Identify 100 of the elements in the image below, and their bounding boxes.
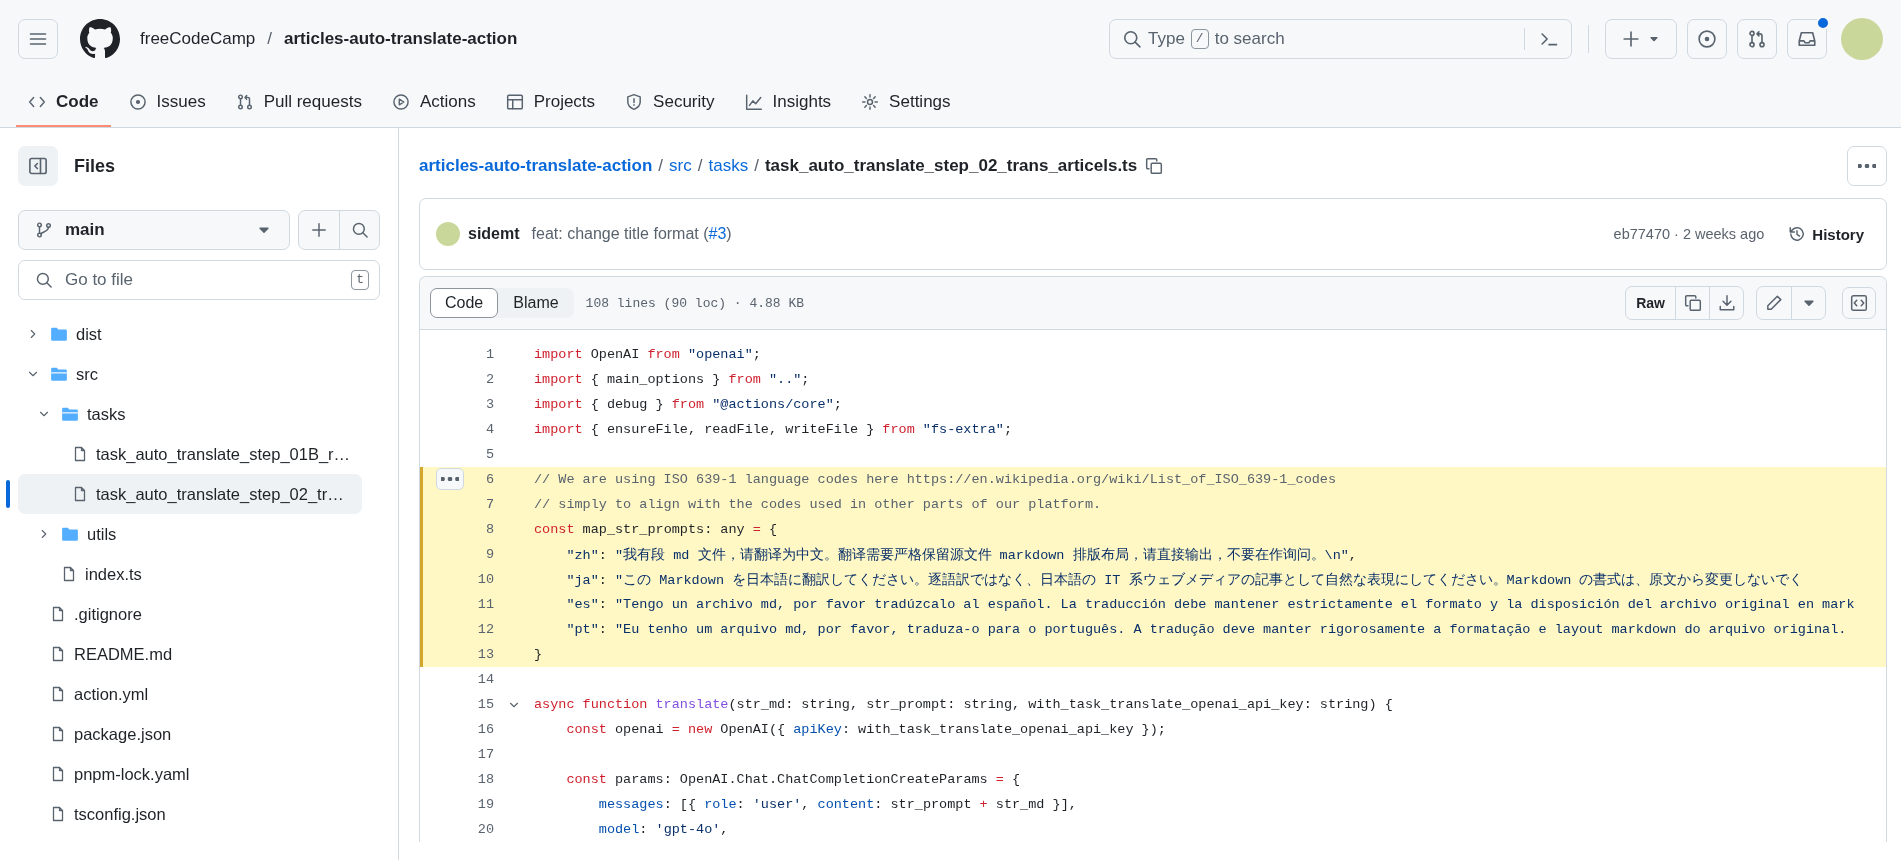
download-icon (1717, 294, 1736, 312)
file-icon (50, 726, 66, 742)
file-icon (50, 766, 66, 782)
path-separator: / (658, 156, 664, 176)
file-tree-item[interactable]: utils (18, 514, 362, 554)
more-icon (1858, 164, 1876, 168)
repo-tab[interactable]: Settings (849, 78, 963, 127)
line-number: 11 (476, 597, 494, 612)
inbox-button[interactable] (1787, 19, 1827, 59)
file-tree-item[interactable]: tsconfig.json (18, 794, 362, 834)
history-icon (1788, 225, 1807, 243)
line-number: 16 (476, 722, 494, 737)
file-icon (72, 446, 88, 462)
line-number: 3 (484, 397, 494, 412)
author-avatar (436, 222, 460, 246)
issues-button[interactable] (1687, 19, 1727, 59)
create-new-button[interactable] (1605, 19, 1677, 59)
breadcrumb-link[interactable]: src (669, 156, 692, 176)
code-line: import OpenAI from "openai"; (534, 347, 761, 362)
line-number: 17 (476, 747, 494, 762)
repo-tab[interactable]: Actions (379, 78, 488, 127)
code-line: } (534, 647, 543, 662)
file-icon (72, 486, 88, 502)
table-icon (505, 92, 524, 111)
file-tree-item[interactable]: pnpm-lock.yaml (18, 754, 362, 794)
line-number: 4 (484, 422, 494, 437)
file-tree-item[interactable]: README.md (18, 634, 362, 674)
search-field[interactable]: Type / to search (1109, 19, 1572, 59)
history-button[interactable]: History (1782, 224, 1870, 244)
code-line: "ja": "この Markdown を日本語に翻訳してください。逐語訳ではなく、日本語の IT 系ウェブメディアの記事として自然な表現にしてください。Markdown の書式は、原文から変更しないでく (565, 571, 1804, 589)
line-menu-button[interactable] (436, 468, 464, 490)
code-line: const params: OpenAI.Chat.ChatCompletionCreateParams = { (565, 772, 1021, 787)
code-line: model: 'gpt-4o', (597, 822, 729, 837)
line-number: 14 (476, 672, 494, 687)
folder-icon (61, 525, 79, 543)
repo-link[interactable]: articles-auto-translate-action (284, 29, 518, 49)
pull-request-icon (1747, 29, 1767, 49)
repo-tab[interactable]: Code (16, 78, 111, 127)
code-line: messages: [{ role: 'user', content: str_prompt + str_md }], (597, 797, 1077, 812)
selection-bar (6, 480, 10, 508)
repo-tab[interactable]: Security (613, 78, 727, 127)
collapse-sidebar-button[interactable] (18, 146, 58, 186)
path-separator: / (697, 156, 703, 176)
pull-request-link[interactable]: #3 (708, 225, 727, 242)
code-line: const openai = new OpenAI({ apiKey: with_task_translate_openai_api_key }); (565, 722, 1166, 737)
menu-button[interactable] (18, 19, 58, 59)
file-tree-item[interactable]: dist (18, 314, 362, 354)
shortcut-key: / (1190, 29, 1209, 49)
file-icon (50, 606, 66, 622)
file-tree-item[interactable]: index.ts (18, 554, 362, 594)
file-icon (50, 646, 66, 662)
owner-link[interactable]: freeCodeCamp (140, 29, 256, 49)
file-tree-item[interactable]: action.yml (18, 674, 362, 714)
line-number: 6 (484, 472, 494, 487)
view-mode-tab[interactable]: Code (430, 288, 499, 318)
repo-tab[interactable]: Projects (493, 78, 608, 127)
shortcut-key: t (351, 270, 369, 290)
path-separator: / (267, 29, 272, 49)
more-options-button[interactable] (1847, 146, 1887, 186)
repo-tab[interactable]: Insights (732, 78, 844, 127)
file-tree-item[interactable]: .gitignore (18, 594, 362, 634)
go-to-file-field[interactable]: Go to file t (18, 260, 380, 300)
breadcrumb-link[interactable]: articles-auto-translate-action (419, 156, 653, 176)
author-link[interactable]: sidemt (468, 225, 520, 243)
code-line: "zh": "我有段 md 文件，请翻译为中文。翻译需要严格保留源文件 markdown 排版布局，请直接输出，不要在作询问。\n", (565, 546, 1357, 564)
repo-tab[interactable]: Issues (116, 78, 218, 127)
octocat-logo[interactable] (80, 19, 120, 59)
repo-tab[interactable]: Pull requests (223, 78, 374, 127)
folder-icon (50, 325, 68, 343)
symbols-icon (1850, 294, 1868, 312)
line-number: 20 (476, 822, 494, 837)
line-number: 19 (476, 797, 494, 812)
commit-message[interactable]: feat: change title format (#3) (531, 225, 732, 243)
open-folder-icon (50, 365, 68, 383)
search-icon (1122, 29, 1142, 49)
search-icon (350, 221, 369, 239)
branch-selector[interactable]: main (18, 210, 290, 250)
gear-icon (861, 92, 880, 111)
symbols-button[interactable] (1842, 287, 1876, 319)
copy-icon (1145, 157, 1164, 175)
line-number: 7 (484, 497, 494, 512)
code-line: import { ensureFile, readFile, writeFile } from "fs-extra"; (534, 422, 1012, 437)
line-number: 2 (484, 372, 494, 387)
commit-info[interactable]: eb77470 · 2 weeks ago (1613, 226, 1765, 242)
file-tree-item[interactable]: package.json (18, 714, 362, 754)
file-tree-item[interactable]: tasks (18, 394, 362, 434)
pull-requests-button[interactable] (1737, 19, 1777, 59)
code-line: // We are using ISO 639-1 language codes here https://en.wikipedia.org/wiki/List_of_ISO_639-1_codes (534, 472, 1337, 487)
file-icon (61, 566, 77, 582)
file-tree-item[interactable]: src (18, 354, 362, 394)
code-line: const map_str_prompts: any = { (534, 522, 778, 537)
view-mode-tab[interactable]: Blame (498, 288, 574, 318)
breadcrumb-link[interactable]: tasks (708, 156, 749, 176)
search-hint: to search (1214, 29, 1285, 49)
search-hint: Type (1148, 29, 1185, 49)
file-tree-item[interactable]: task_auto_translate_step_01B_r… (18, 434, 362, 474)
line-number: 12 (476, 622, 494, 637)
line-number: 9 (484, 547, 494, 562)
line-number: 18 (476, 772, 494, 787)
pencil-icon (1765, 294, 1783, 312)
